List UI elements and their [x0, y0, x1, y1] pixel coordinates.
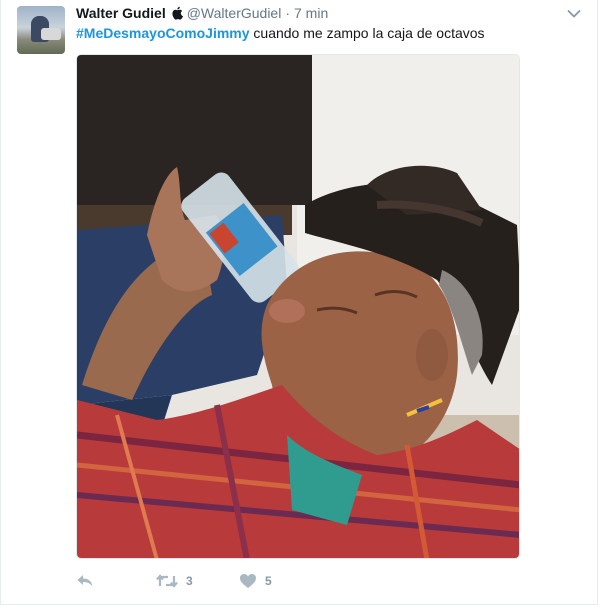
apple-icon — [171, 6, 183, 20]
tweet-text: #MeDesmayoComoJimmy cuando me zampo la c… — [76, 24, 485, 42]
hashtag-link[interactable]: #MeDesmayoComoJimmy — [76, 25, 250, 41]
like-button[interactable]: 5 — [239, 570, 272, 592]
reply-icon — [76, 573, 94, 589]
timestamp[interactable]: 7 min — [294, 5, 328, 21]
tweet-actions: 3 5 — [76, 570, 516, 592]
tweet-body: cuando me zampo la caja de octavos — [249, 25, 485, 41]
avatar[interactable] — [17, 6, 65, 54]
photo-illustration — [77, 55, 519, 558]
retweet-button[interactable]: 3 — [156, 570, 193, 592]
tweet-header: Walter Gudiel @WalterGudiel · 7 min — [76, 4, 328, 22]
tweet-photo[interactable] — [76, 54, 520, 559]
retweet-icon — [156, 573, 178, 589]
heart-icon — [239, 573, 257, 589]
retweet-count: 3 — [186, 574, 193, 588]
author-name[interactable]: Walter Gudiel — [76, 5, 166, 21]
avatar-object — [41, 28, 61, 40]
chevron-down-icon[interactable] — [567, 6, 581, 18]
reply-button[interactable] — [76, 570, 94, 592]
separator: · — [285, 5, 290, 21]
like-count: 5 — [265, 574, 272, 588]
author-handle[interactable]: @WalterGudiel — [187, 5, 282, 21]
tweet-card[interactable]: Walter Gudiel @WalterGudiel · 7 min #MeD… — [0, 0, 598, 605]
